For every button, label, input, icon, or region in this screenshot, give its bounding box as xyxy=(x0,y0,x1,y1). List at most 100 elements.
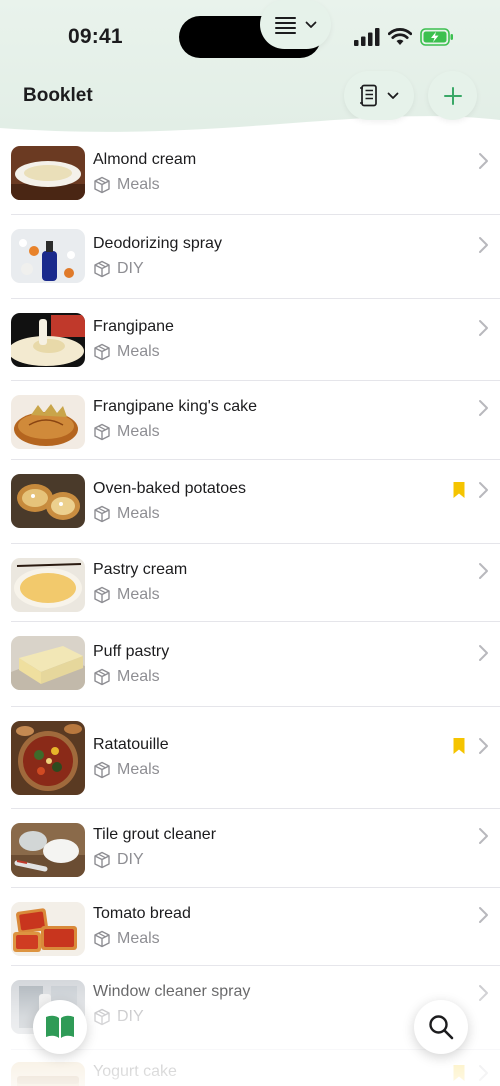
notebook-icon xyxy=(360,84,377,106)
chevron-right-icon xyxy=(479,400,488,416)
chevron-down-icon xyxy=(305,21,316,28)
item-category-label: Meals xyxy=(117,668,160,685)
chevron-right-icon xyxy=(479,237,488,253)
box-icon xyxy=(94,176,110,194)
item-thumbnail xyxy=(11,474,85,528)
item-chevron xyxy=(477,644,489,662)
item-category-label: Meals xyxy=(117,761,160,778)
item-chevron xyxy=(477,984,489,1002)
box-icon xyxy=(94,586,110,604)
item-chevron xyxy=(477,152,489,170)
list-icon xyxy=(274,16,296,34)
item-category-label: Meals xyxy=(117,586,160,603)
box-icon xyxy=(94,851,110,869)
chevron-right-icon xyxy=(479,1065,488,1081)
item-chevron xyxy=(477,236,489,254)
item-thumbnail xyxy=(11,823,85,877)
chevron-down-icon xyxy=(387,92,399,99)
item-category: Meals xyxy=(93,423,160,441)
wifi-icon xyxy=(388,28,412,45)
bookmark-icon xyxy=(453,1065,465,1081)
item-title: Tile grout cleaner xyxy=(93,826,217,843)
item-thumbnail xyxy=(11,721,85,795)
chevron-right-icon xyxy=(479,482,488,498)
item-category-label: DIY xyxy=(117,260,144,277)
chevron-right-icon xyxy=(479,738,488,754)
item-title: Almond cream xyxy=(93,151,197,168)
plus-icon xyxy=(443,86,462,105)
list-view-menu-button[interactable] xyxy=(260,0,331,49)
bookmark-icon xyxy=(453,738,465,754)
item-category-label: Meals xyxy=(117,176,160,193)
item-thumbnail xyxy=(11,558,85,612)
item-category-label: Meals xyxy=(117,505,160,522)
item-category: DIY xyxy=(93,260,144,278)
status-icons xyxy=(354,26,454,48)
app-title: Booklet xyxy=(23,85,93,106)
list-item[interactable]: Frangipane king's cake Meals xyxy=(0,381,500,460)
list-item[interactable]: Yogurt cake xyxy=(0,1050,500,1086)
signal-icon xyxy=(354,28,380,46)
add-button[interactable] xyxy=(428,71,477,120)
list-item[interactable]: Tile grout cleaner DIY xyxy=(0,809,500,888)
item-title: Window cleaner spray xyxy=(93,983,251,1000)
bookmark-icon xyxy=(453,482,465,498)
list-item[interactable]: Almond cream Meals xyxy=(0,131,500,215)
item-thumbnail xyxy=(11,313,85,367)
box-icon xyxy=(94,260,110,278)
list-item[interactable]: Pastry cream Meals xyxy=(0,544,500,622)
item-thumbnail xyxy=(11,146,85,200)
item-title: Ratatouille xyxy=(93,736,169,753)
bookmark-indicator xyxy=(452,481,466,499)
battery-icon xyxy=(420,28,453,46)
status-time: 09:41 xyxy=(68,25,123,48)
item-chevron xyxy=(477,737,489,755)
box-icon xyxy=(94,423,110,441)
bookmark-indicator xyxy=(452,737,466,755)
box-icon xyxy=(94,930,110,948)
item-thumbnail xyxy=(11,229,85,283)
item-category: Meals xyxy=(93,586,160,604)
item-category: Meals xyxy=(93,761,160,779)
chevron-right-icon xyxy=(479,828,488,844)
list-item[interactable]: Puff pastry Meals xyxy=(0,622,500,707)
search-icon xyxy=(429,1015,454,1040)
item-category: DIY xyxy=(93,851,144,869)
item-category-label: Meals xyxy=(117,343,160,360)
item-title: Oven-baked potatoes xyxy=(93,480,246,497)
chevron-right-icon xyxy=(479,985,488,1001)
list-item[interactable]: Oven-baked potatoes Meals xyxy=(0,460,500,544)
status-bar: 09:41 xyxy=(0,0,500,74)
list-item[interactable]: Tomato bread Meals xyxy=(0,888,500,966)
item-category-label: DIY xyxy=(117,851,144,868)
item-title: Deodorizing spray xyxy=(93,235,222,252)
list-item[interactable]: Ratatouille Meals xyxy=(0,707,500,809)
item-category: Meals xyxy=(93,668,160,686)
item-title: Tomato bread xyxy=(93,905,191,922)
item-category: Meals xyxy=(93,505,160,523)
item-thumbnail xyxy=(11,636,85,690)
booklet-select-button[interactable] xyxy=(344,71,414,120)
item-category-label: Meals xyxy=(117,930,160,947)
item-chevron xyxy=(477,1064,489,1082)
item-category: Meals xyxy=(93,343,160,361)
box-icon xyxy=(94,668,110,686)
list-item[interactable]: Frangipane Meals xyxy=(0,299,500,381)
item-thumbnail xyxy=(11,902,85,956)
bookmark-indicator xyxy=(452,1064,466,1082)
item-chevron xyxy=(477,481,489,499)
chevron-right-icon xyxy=(479,320,488,336)
item-title: Puff pastry xyxy=(93,643,170,660)
item-category: Meals xyxy=(93,930,160,948)
item-title: Frangipane xyxy=(93,318,174,335)
list-item[interactable]: Deodorizing spray DIY xyxy=(0,215,500,299)
item-title: Yogurt cake xyxy=(93,1063,177,1080)
item-title: Pastry cream xyxy=(93,561,188,578)
search-button[interactable] xyxy=(414,1000,468,1054)
booklet-tab-button[interactable] xyxy=(33,1000,87,1054)
box-icon xyxy=(94,1008,110,1026)
item-chevron xyxy=(477,399,489,417)
box-icon xyxy=(94,343,110,361)
item-thumbnail xyxy=(11,1062,85,1086)
item-chevron xyxy=(477,827,489,845)
